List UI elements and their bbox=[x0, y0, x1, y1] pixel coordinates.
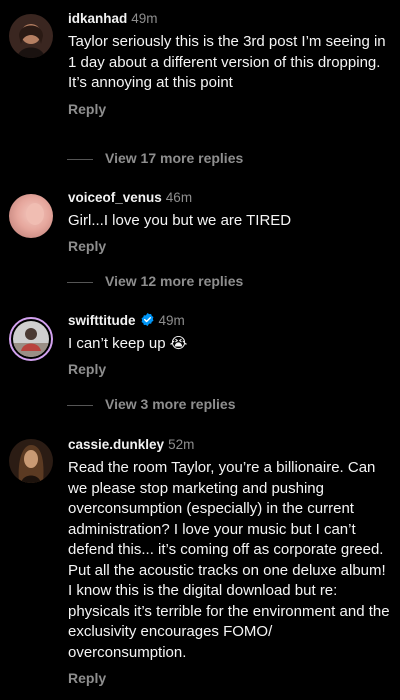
username[interactable]: cassie.dunkley bbox=[68, 437, 164, 452]
comment-meta: cassie.dunkley 52m bbox=[68, 436, 390, 454]
reply-button[interactable]: Reply bbox=[68, 101, 390, 117]
reply-button[interactable]: Reply bbox=[68, 361, 390, 377]
timestamp: 49m bbox=[158, 313, 185, 328]
timestamp: 49m bbox=[131, 11, 158, 26]
avatar[interactable] bbox=[9, 317, 53, 361]
view-replies-button[interactable]: View 12 more replies bbox=[66, 273, 243, 289]
username[interactable]: voiceof_venus bbox=[68, 190, 162, 205]
view-replies-button[interactable]: View 3 more replies bbox=[66, 396, 235, 412]
comment-meta: idkanhad 49m bbox=[68, 10, 390, 28]
view-replies-button[interactable]: View 17 more replies bbox=[66, 150, 243, 166]
avatar[interactable] bbox=[9, 194, 53, 238]
reply-button[interactable]: Reply bbox=[68, 238, 390, 254]
avatar[interactable] bbox=[9, 439, 53, 483]
comment-meta: voiceof_venus 46m bbox=[68, 189, 390, 207]
comment-text: Taylor seriously this is the 3rd post I’… bbox=[68, 33, 386, 91]
username[interactable]: swifttitude bbox=[68, 313, 136, 328]
avatar[interactable] bbox=[9, 14, 53, 58]
username[interactable]: idkanhad bbox=[68, 11, 127, 26]
verified-badge-icon bbox=[141, 312, 153, 327]
comment-text: I can’t keep up 😭 bbox=[68, 335, 188, 352]
comment-text: Read the room Taylor, you’re a billionai… bbox=[68, 459, 390, 661]
comment-text: Girl...I love you but we are TIRED bbox=[68, 212, 292, 229]
comment-meta: swifttitude 49m bbox=[68, 312, 390, 330]
timestamp: 46m bbox=[165, 190, 193, 205]
reply-button[interactable]: Reply bbox=[68, 670, 390, 686]
timestamp: 52m bbox=[168, 437, 195, 452]
